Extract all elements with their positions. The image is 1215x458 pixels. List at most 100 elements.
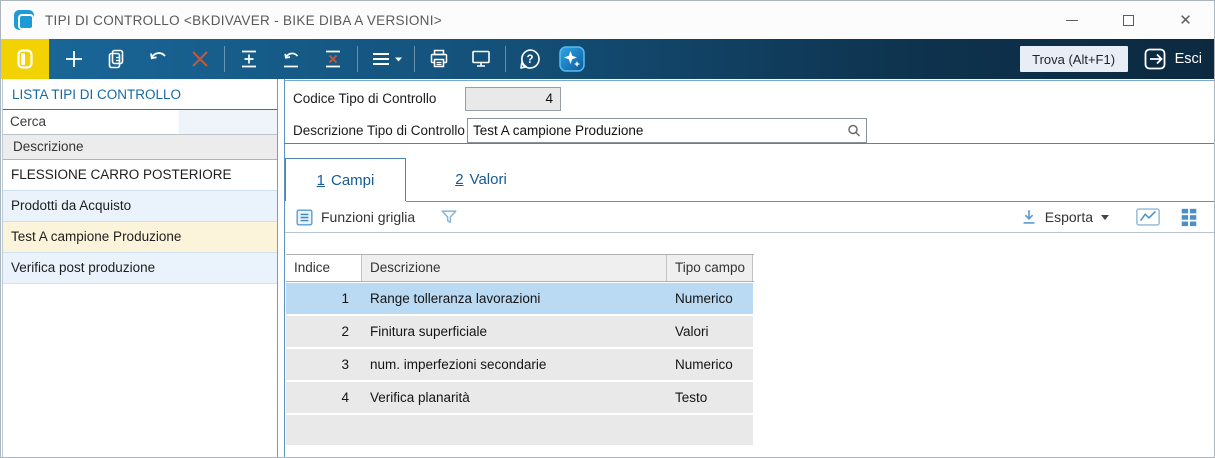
- close-icon: ✕: [1179, 13, 1192, 28]
- description-label: Descrizione Tipo di Controllo: [293, 123, 465, 138]
- grid-toolbar: Funzioni griglia Esporta: [285, 202, 1215, 233]
- cell-tipo-campo: Valori: [667, 316, 753, 347]
- print-button[interactable]: [418, 39, 460, 79]
- undo-row-button[interactable]: [270, 39, 312, 79]
- tab-label: Valori: [470, 171, 507, 188]
- table-row[interactable]: 3 num. imperfezioni secondarie Numerico: [286, 349, 753, 380]
- tab-valori[interactable]: 2 Valori: [416, 158, 546, 201]
- description-value: Test A campione Produzione: [473, 123, 643, 138]
- svg-text:?: ?: [526, 54, 533, 66]
- menu-icon: [369, 47, 403, 71]
- table-row[interactable]: 4 Verifica planarità Testo: [286, 382, 753, 413]
- cell-indice: 4: [286, 382, 362, 413]
- title-bar: TIPI DI CONTROLLO <BKDIVAVER - BIKE DIBA…: [1, 1, 1214, 39]
- grid-functions-label: Funzioni griglia: [321, 209, 415, 225]
- cell-descrizione: Range tolleranza lavorazioni: [362, 283, 667, 314]
- search-icon[interactable]: [845, 122, 863, 140]
- export-button[interactable]: Esporta: [1019, 207, 1109, 227]
- close-button[interactable]: ✕: [1157, 1, 1214, 39]
- delete-icon: [188, 47, 212, 71]
- column-header-tipo-campo[interactable]: Tipo campo: [667, 255, 753, 281]
- exit-icon: [1142, 46, 1168, 72]
- cell-indice: 1: [286, 283, 362, 314]
- cell-indice: 3: [286, 349, 362, 380]
- window-controls: ✕: [1043, 1, 1214, 39]
- print-icon: [427, 47, 451, 71]
- app-logo-icon: [14, 10, 34, 30]
- delete-row-icon: [321, 47, 345, 71]
- main-toolbar: ? Trova (Alt+F1) Esci: [1, 39, 1214, 79]
- home-icon: [13, 47, 37, 71]
- filter-icon: [439, 207, 459, 227]
- form-panel-border: [284, 143, 1215, 144]
- cell-descrizione: Verifica planarità: [362, 382, 667, 413]
- tab-label: Campi: [331, 172, 374, 189]
- form-panel-border: [284, 80, 1215, 81]
- confirm-row-button[interactable]: [228, 39, 270, 79]
- chart-icon: [1135, 206, 1161, 228]
- cell-descrizione: Finitura superficiale: [362, 316, 667, 347]
- help-button[interactable]: ?: [509, 39, 551, 79]
- undo-button[interactable]: [137, 39, 179, 79]
- description-field[interactable]: Test A campione Produzione: [467, 118, 867, 143]
- grid-functions-icon: [295, 208, 314, 227]
- chevron-down-icon: [1101, 215, 1109, 220]
- window-title: TIPI DI CONTROLLO <BKDIVAVER - BIKE DIBA…: [45, 13, 442, 28]
- confirm-row-icon: [237, 47, 261, 71]
- grid-view-icon: [1179, 207, 1199, 227]
- menu-button[interactable]: [361, 39, 411, 79]
- cell-tipo-campo: Numerico: [667, 283, 753, 314]
- undo-row-icon: [279, 47, 303, 71]
- filter-button[interactable]: [439, 207, 459, 227]
- maximize-button[interactable]: [1100, 1, 1157, 39]
- toolbar-separator: [505, 46, 506, 72]
- monitor-button[interactable]: [460, 39, 502, 79]
- find-button[interactable]: Trova (Alt+F1): [1020, 46, 1128, 72]
- ai-assistant-button[interactable]: [551, 39, 593, 79]
- cell-descrizione: num. imperfezioni secondarie: [362, 349, 667, 380]
- chart-view-button[interactable]: [1135, 206, 1161, 228]
- list-item[interactable]: Prodotti da Acquisto: [3, 191, 277, 222]
- code-label: Codice Tipo di Controllo: [293, 91, 436, 106]
- exit-button[interactable]: Esci: [1142, 46, 1202, 72]
- column-header-descrizione[interactable]: Descrizione: [362, 255, 667, 281]
- tab-number: 2: [455, 171, 463, 188]
- table-row-empty[interactable]: [286, 415, 753, 445]
- table-header: Indice Descrizione Tipo campo: [286, 254, 754, 282]
- toolbar-separator: [414, 46, 415, 72]
- maximize-icon: [1123, 15, 1134, 26]
- app-window: TIPI DI CONTROLLO <BKDIVAVER - BIKE DIBA…: [0, 0, 1215, 458]
- cell-tipo-campo: Testo: [667, 382, 753, 413]
- copy-icon: [104, 47, 128, 71]
- control-types-list-panel: LISTA TIPI DI CONTROLLO Cerca Descrizion…: [2, 79, 278, 458]
- delete-row-button[interactable]: [312, 39, 354, 79]
- code-field[interactable]: 4: [465, 87, 561, 111]
- list-item-selected[interactable]: Test A campione Produzione: [3, 222, 277, 253]
- monitor-icon: [469, 47, 493, 71]
- ai-assistant-icon: [557, 44, 587, 74]
- add-icon: [62, 47, 86, 71]
- list-item[interactable]: FLESSIONE CARRO POSTERIORE: [3, 160, 277, 191]
- sidebar-column-header[interactable]: Descrizione: [3, 135, 277, 160]
- minimize-button[interactable]: [1043, 1, 1100, 39]
- home-button[interactable]: [1, 39, 49, 79]
- add-button[interactable]: [53, 39, 95, 79]
- exit-label: Esci: [1175, 51, 1202, 67]
- download-icon: [1019, 207, 1039, 227]
- grid-view-button[interactable]: [1179, 207, 1199, 227]
- tab-campi[interactable]: 1 Campi: [285, 158, 406, 201]
- help-icon: ?: [517, 46, 543, 72]
- toolbar-separator: [357, 46, 358, 72]
- column-header-indice[interactable]: Indice: [286, 255, 362, 281]
- delete-button[interactable]: [179, 39, 221, 79]
- minimize-icon: [1066, 20, 1078, 21]
- copy-button[interactable]: [95, 39, 137, 79]
- cell-indice: 2: [286, 316, 362, 347]
- sidebar-search-input[interactable]: Cerca: [3, 110, 277, 135]
- panel-divider: [284, 79, 285, 458]
- cell-tipo-campo: Numerico: [667, 349, 753, 380]
- table-row[interactable]: 2 Finitura superficiale Valori: [286, 316, 753, 347]
- list-item[interactable]: Verifica post produzione: [3, 253, 277, 284]
- grid-functions-button[interactable]: Funzioni griglia: [295, 208, 415, 227]
- table-row[interactable]: 1 Range tolleranza lavorazioni Numerico: [286, 283, 753, 314]
